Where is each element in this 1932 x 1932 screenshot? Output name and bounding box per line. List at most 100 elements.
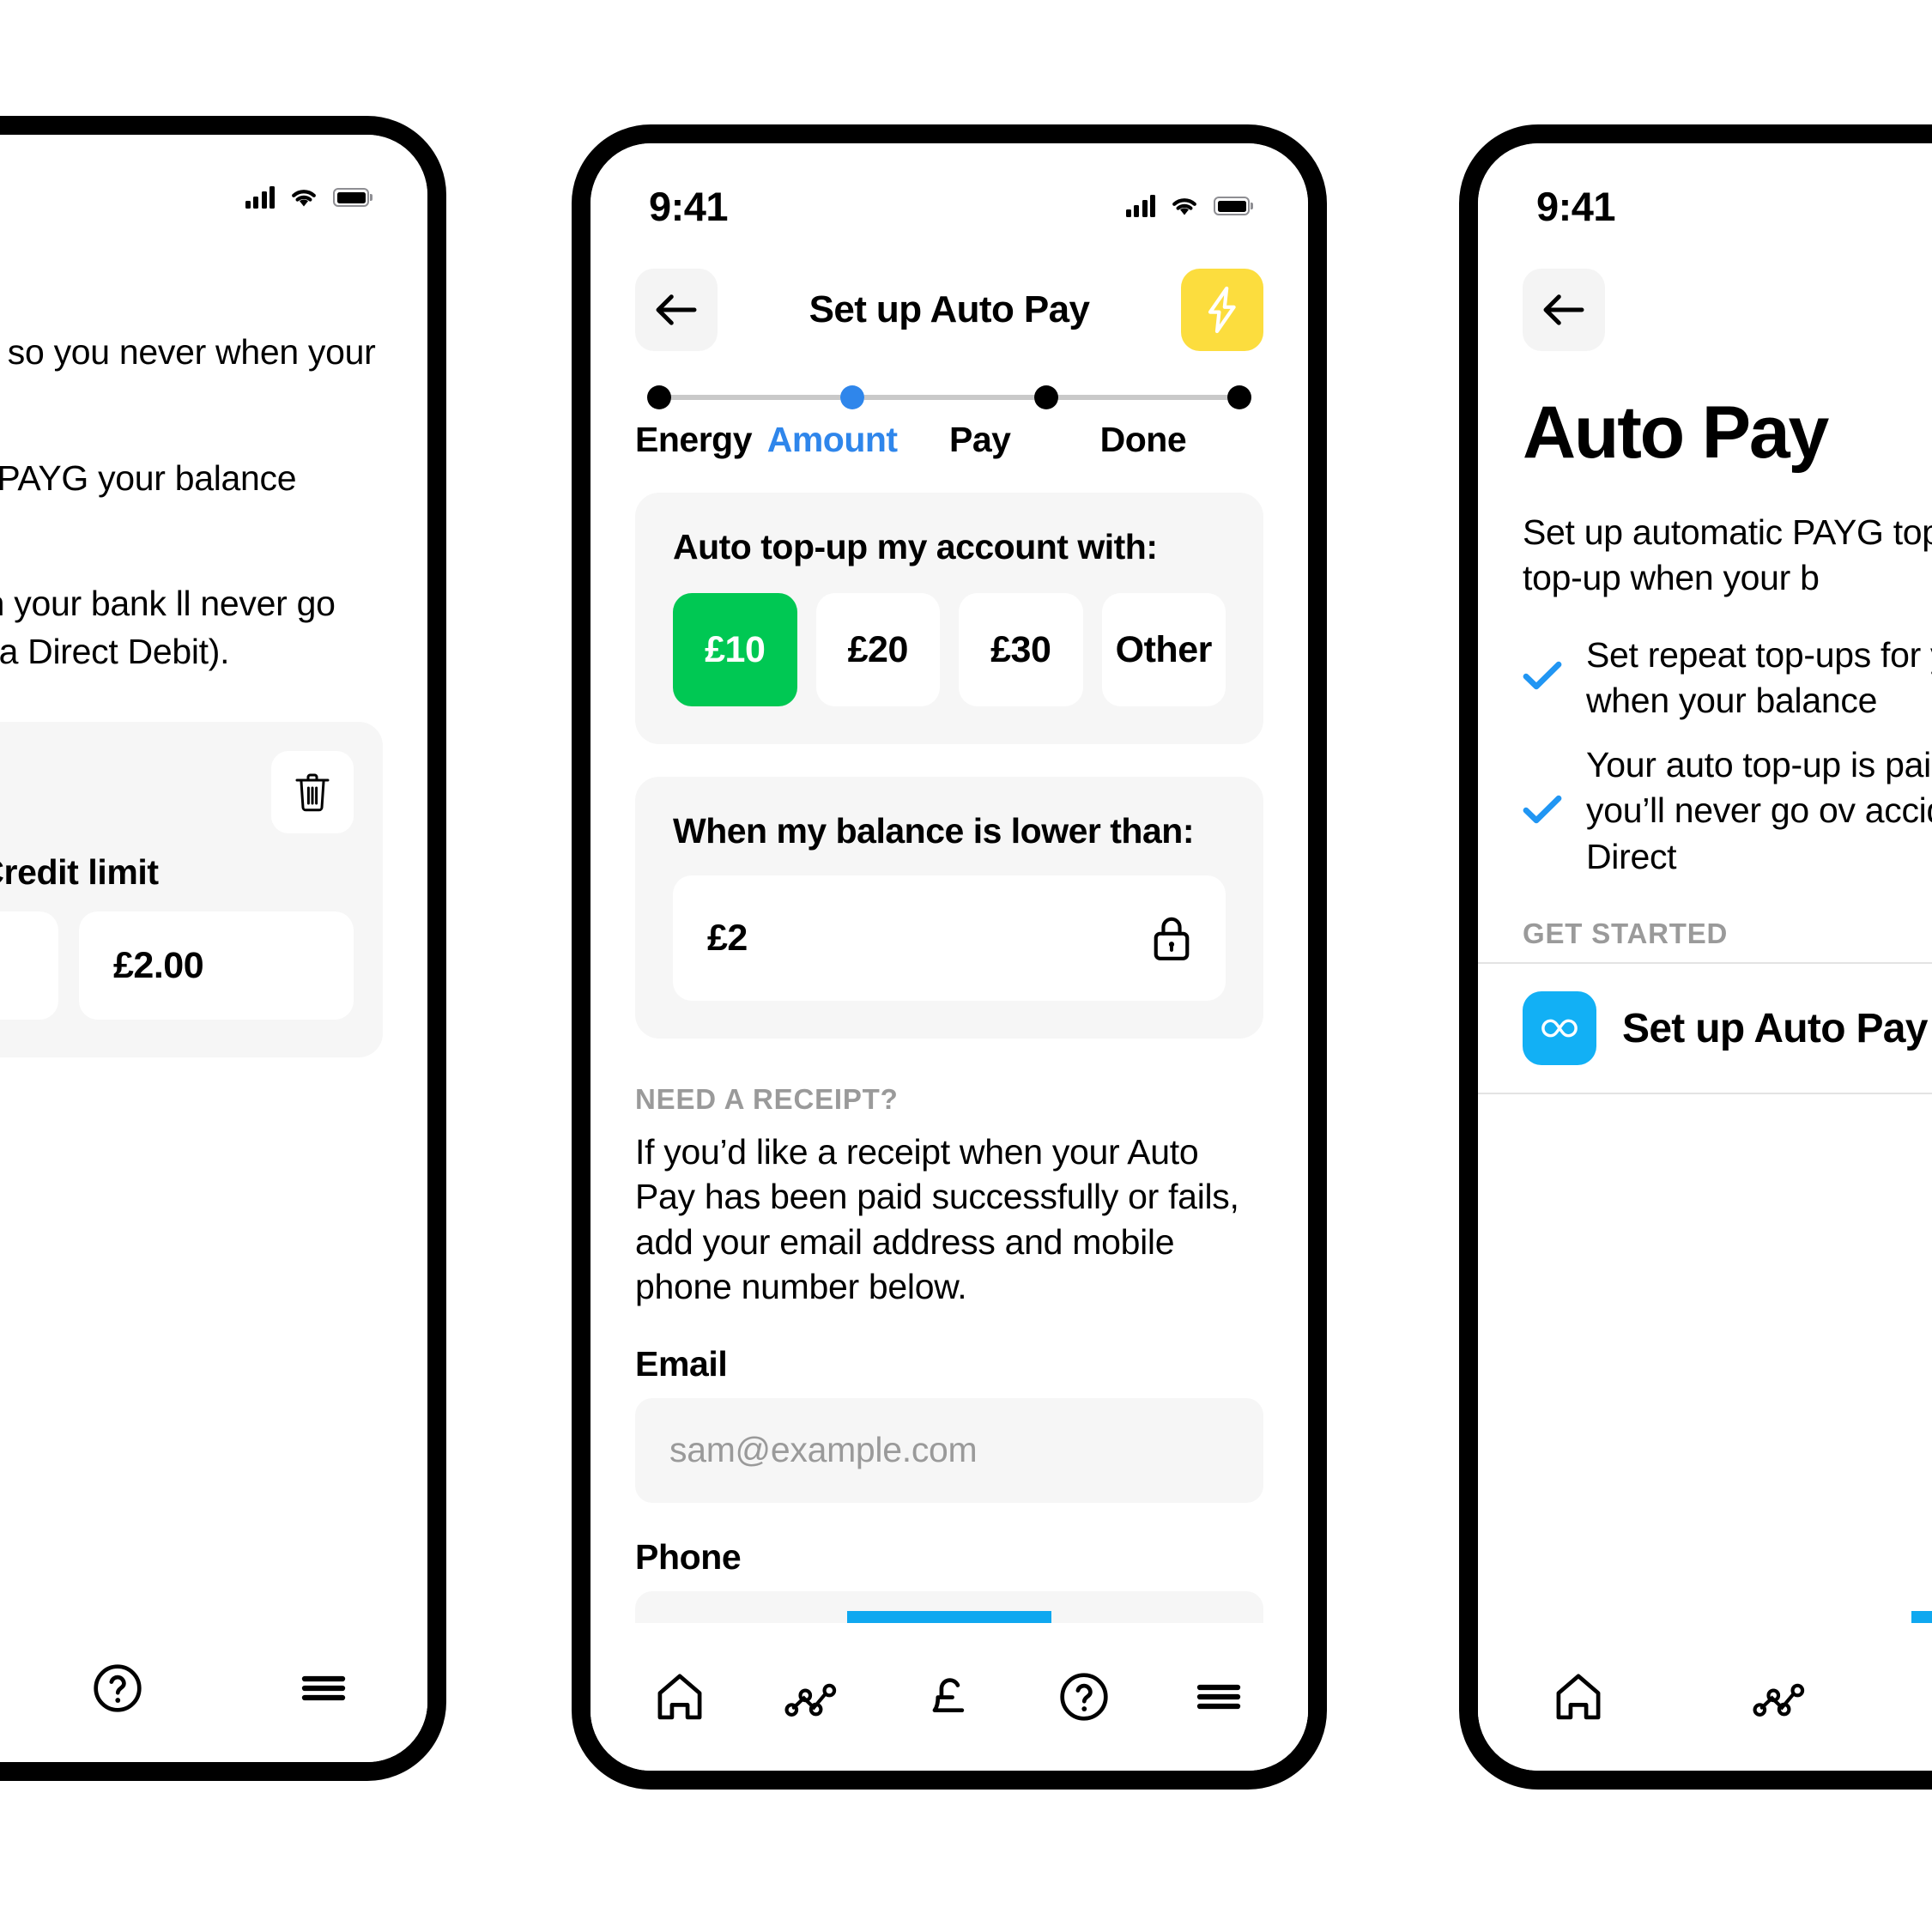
help-icon [94, 1664, 142, 1712]
credit-limit-value[interactable]: £2.00 [79, 911, 354, 1021]
auto-topup-amount-card: Auto top-up my account with: £10 £20 £30… [635, 493, 1263, 744]
receipt-eyebrow: NEED A RECEIPT? [635, 1083, 899, 1115]
stepper-label-done: Done [1099, 420, 1187, 459]
auto-topup-title: Auto top-up my account with: [673, 527, 1158, 566]
delete-button[interactable] [271, 751, 354, 834]
nav-bar: Set up Auto Pay [591, 245, 1308, 356]
left-paragraph-3: o-up is paid with your bank ll never go … [0, 584, 336, 671]
trash-icon [295, 773, 330, 812]
credit-limit-card: Credit limit £2.00 [0, 722, 383, 1058]
page-title: Auto Pay [0, 236, 427, 298]
tab-usage[interactable] [767, 1650, 862, 1744]
list-item-set-up-auto-pay[interactable]: Set up Auto Pay [1478, 962, 1932, 1095]
get-started-eyebrow: GET STARTED [1523, 918, 1729, 950]
stepper-dot-energy[interactable] [647, 385, 671, 409]
email-input[interactable]: sam@example.com [635, 1397, 1263, 1503]
phone-right-screen: 9:41 Auto Pay Auto Pay Set up automatic … [1478, 143, 1932, 1771]
phone-left-screen: Auto Pay c PAYG top-ups so you never whe… [0, 135, 427, 1762]
left-phone-body: c PAYG top-ups so you never when your ba… [0, 329, 427, 675]
amount-option-10[interactable]: £10 [673, 593, 797, 706]
screenshot-canvas: Auto Pay c PAYG top-ups so you never whe… [0, 0, 1932, 1932]
bottom-tab-bar [0, 1614, 427, 1762]
amount-options: £10 £20 £30 Other [673, 593, 1226, 706]
nav-bar: Auto Pay [1478, 245, 1932, 356]
left-paragraph-1: c PAYG top-ups so you never when your ba… [0, 332, 376, 372]
cellular-signal-icon [1125, 195, 1155, 217]
amount-option-30[interactable]: £30 [959, 593, 1083, 706]
bottom-tab-bar [591, 1623, 1308, 1771]
bottom-tab-bar [1478, 1623, 1932, 1771]
credit-limit-fields: £2.00 [0, 911, 354, 1021]
balance-threshold-card: When my balance is lower than: £2 [635, 777, 1263, 1039]
wifi-icon [1172, 197, 1196, 215]
cellular-signal-icon [245, 186, 275, 209]
balance-threshold-field[interactable]: £2 [673, 875, 1226, 1001]
lock-icon [1154, 917, 1190, 960]
left-paragraph-2: op-ups for your PAYG your balance reache… [0, 457, 297, 498]
benefit-text: Your auto top-up is paid card, so you’ll… [1586, 745, 1932, 876]
tab-home[interactable] [1531, 1650, 1626, 1744]
home-indicator [847, 1611, 1051, 1623]
tab-help[interactable] [1037, 1650, 1131, 1744]
back-arrow-icon [656, 294, 697, 325]
tab-help[interactable] [70, 1641, 165, 1735]
back-arrow-icon [1543, 294, 1584, 325]
page-heading: Auto Pay [1523, 391, 1829, 474]
tab-usage[interactable] [1735, 1650, 1830, 1744]
help-icon [1060, 1673, 1108, 1721]
tab-home[interactable] [633, 1650, 727, 1744]
tab-menu[interactable] [276, 1641, 371, 1735]
amount-option-other[interactable]: Other [1101, 593, 1226, 706]
stepper-dot-pay[interactable] [1033, 385, 1058, 409]
stepper-bar-3 [1057, 395, 1227, 400]
home-icon [1556, 1674, 1601, 1720]
stepper-label-energy: Energy [635, 420, 752, 459]
phone-middle-screen: 9:41 Set up Auto Pay Energy Amount Pay D… [591, 143, 1308, 1771]
stepper-track [635, 385, 1263, 409]
check-icon [1523, 660, 1562, 695]
battery-icon [333, 188, 369, 207]
back-button[interactable] [635, 269, 718, 351]
wifi-icon [292, 189, 316, 206]
stepper-dot-done[interactable] [1226, 385, 1251, 409]
amount-option-20[interactable]: £20 [815, 593, 940, 706]
benefit-item: Your auto top-up is paid card, so you’ll… [1523, 742, 1932, 880]
stepper-labels: Energy Amount Pay Done [635, 420, 1263, 460]
receipt-body: If you’d like a receipt when your Auto P… [635, 1132, 1239, 1307]
back-button[interactable] [1523, 269, 1605, 351]
progress-stepper: Energy Amount Pay Done [591, 356, 1308, 460]
stepper-bar-2 [864, 395, 1034, 400]
check-icon [1523, 794, 1562, 829]
stepper-label-amount: Amount [766, 420, 898, 459]
stepper-bar-1 [671, 395, 841, 400]
receipt-section: NEED A RECEIPT? If you’d like a receipt … [591, 1039, 1308, 1696]
phone-left: Auto Pay c PAYG top-ups so you never whe… [0, 116, 446, 1781]
balance-threshold-title: When my balance is lower than: [673, 811, 1194, 851]
status-bar-icons [1125, 195, 1250, 217]
infinity-icon [1523, 991, 1596, 1066]
credit-limit-field-secondary[interactable] [0, 911, 58, 1021]
pound-icon [932, 1678, 965, 1713]
stepper-label-pay: Pay [948, 420, 1011, 459]
email-label: Email [635, 1343, 728, 1384]
tab-payments[interactable] [902, 1650, 996, 1744]
energy-action-button[interactable] [1181, 269, 1263, 351]
lightning-bolt-icon [1208, 286, 1236, 334]
status-bar: 9:41 [1478, 143, 1932, 245]
menu-icon [301, 1675, 346, 1701]
stepper-dot-amount[interactable] [840, 385, 865, 409]
home-indicator [1911, 1611, 1932, 1623]
status-bar: 9:41 [591, 143, 1308, 245]
status-bar-icons [245, 186, 369, 209]
phone-label: Phone [635, 1536, 742, 1577]
page-intro: Set up automatic PAYG top-u forget to to… [1523, 512, 1932, 598]
list-item-label: Set up Auto Pay [1622, 1005, 1928, 1051]
status-bar [0, 135, 427, 236]
usage-chart-icon [1753, 1683, 1805, 1717]
menu-icon [1196, 1684, 1240, 1710]
benefit-item: Set repeat top-ups for yo meter when you… [1523, 633, 1932, 724]
benefit-text: Set repeat top-ups for yo meter when you… [1586, 634, 1932, 720]
battery-icon [1214, 197, 1250, 215]
tab-menu[interactable] [1172, 1650, 1266, 1744]
credit-limit-label: Credit limit [0, 852, 159, 893]
